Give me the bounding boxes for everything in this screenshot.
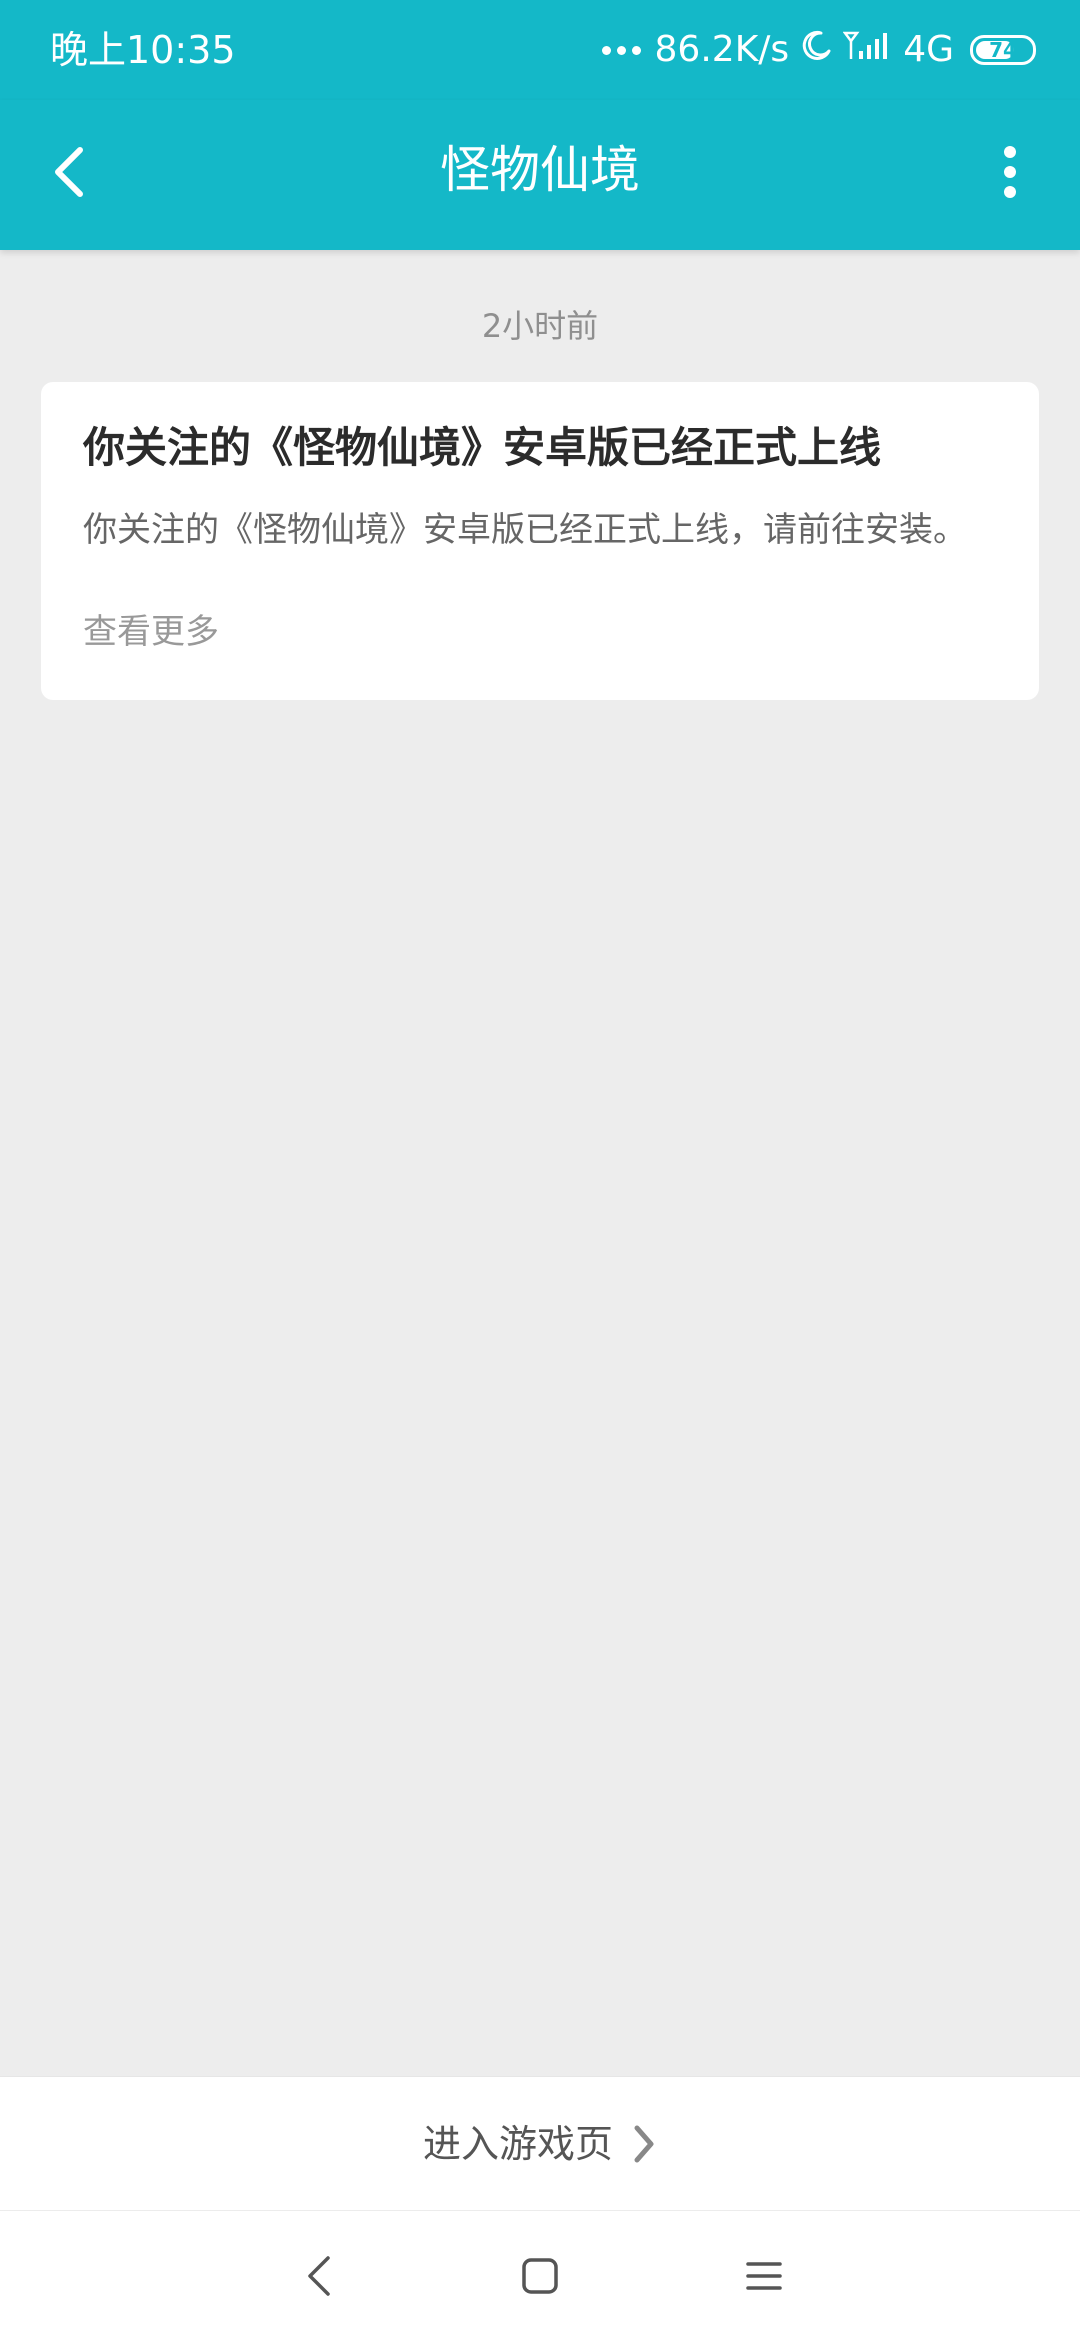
view-more-link[interactable]: 查看更多 [83,608,219,656]
back-button[interactable] [30,132,110,212]
status-time: 晚上10:35 [50,28,236,72]
enter-game-page-label: 进入游戏页 [422,2121,613,2166]
system-nav-bar [0,2210,1080,2340]
status-bar: 晚上10:35 86.2K/s 4G 74 [0,0,1080,100]
nav-recents-icon [746,2262,782,2290]
network-type: 4G [903,29,954,70]
chevron-left-icon [55,147,83,197]
message-title: 你关注的《怪物仙境》安卓版已经正式上线 [83,423,882,472]
nav-recents-button[interactable] [732,2244,796,2308]
status-indicators: 86.2K/s 4G 74 [601,24,1036,76]
nav-home-button[interactable] [508,2244,572,2308]
nav-back-icon [308,2256,330,2296]
signal-icon [842,29,893,72]
screen: 晚上10:35 86.2K/s 4G 74 怪物仙境 2小时前 你关注的《怪物仙… [0,0,1080,2340]
message-body: 你关注的《怪物仙境》安卓版已经正式上线，请前往安装。 [83,510,967,550]
chevron-right-icon [634,2125,654,2162]
more-dots-icon [601,45,641,55]
nav-home-icon [522,2258,558,2294]
moon-icon [799,29,833,72]
more-vertical-icon [1004,146,1016,198]
battery-icon: 74 [970,35,1036,65]
message-timestamp: 2小时前 [481,307,599,345]
nav-back-button[interactable] [287,2244,351,2308]
battery-level: 74 [989,38,1017,62]
page-title: 怪物仙境 [440,141,640,199]
network-speed: 86.2K/s [654,29,790,70]
enter-game-page-button[interactable]: 进入游戏页 [0,2076,1080,2210]
message-card[interactable]: 你关注的《怪物仙境》安卓版已经正式上线 你关注的《怪物仙境》安卓版已经正式上线，… [41,382,1039,700]
app-bar: 怪物仙境 [0,100,1080,250]
more-menu-button[interactable] [970,132,1050,212]
